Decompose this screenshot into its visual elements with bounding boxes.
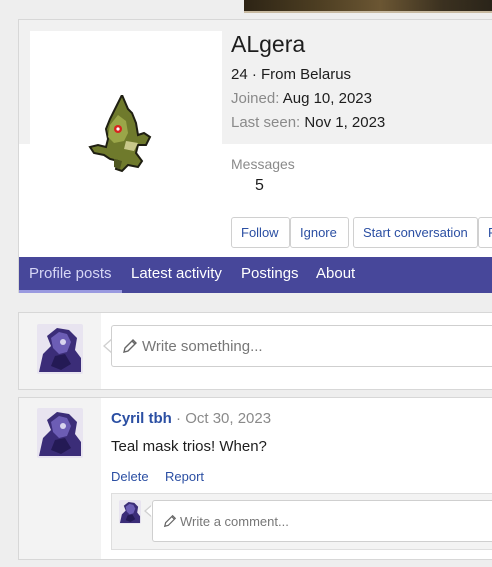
write-comment-input[interactable]: Write a comment... [152,500,492,542]
profile-avatar[interactable] [30,31,222,257]
post-date[interactable]: Oct 30, 2023 [185,410,271,427]
profile-age-location: 24 · From Belarus [231,66,352,83]
delete-link[interactable]: Delete [111,469,149,484]
profile-tabs: Profile posts Latest activity Postings A… [19,257,492,293]
post-meta: Cyril tbh · Oct 30, 2023 [111,410,271,427]
tab-profile-posts[interactable]: Profile posts [19,257,122,293]
profile-post-composer: Write something... [18,312,492,390]
avatar[interactable] [37,408,83,458]
profile-banner [244,0,492,13]
tab-postings[interactable]: Postings [241,257,299,293]
ignore-button[interactable]: Ignore [290,217,349,248]
comment-area: Write a comment... [111,493,492,550]
joined-label: Joined: [231,90,280,107]
avatar[interactable] [37,324,83,374]
more-actions-button[interactable]: F [478,217,492,248]
pencil-icon [163,514,177,528]
meta-separator: · [171,410,186,427]
comment-pointer [144,504,154,518]
profile-post: Cyril tbh · Oct 30, 2023 Teal mask trios… [18,397,492,560]
tab-latest-activity[interactable]: Latest activity [131,257,222,293]
last-seen-value: Nov 1, 2023 [304,114,386,131]
tab-about[interactable]: About [316,257,355,293]
profile-last-seen: Last seen: Nov 1, 2023 [231,114,385,131]
avatar[interactable] [119,500,141,524]
report-link[interactable]: Report [165,469,204,484]
profile-card: ALgera 24 · From Belarus Joined: Aug 10,… [18,19,492,293]
messages-label: Messages [231,156,295,172]
messages-count[interactable]: 5 [255,177,264,195]
write-something-input[interactable]: Write something... [111,325,492,367]
joined-value: Aug 10, 2023 [282,90,372,107]
user-avatar-icon [119,500,141,524]
pencil-icon [123,339,137,353]
user-avatar-icon [37,408,83,458]
post-text: Teal mask trios! When? [111,438,267,455]
start-conversation-button[interactable]: Start conversation [353,217,478,248]
follow-button[interactable]: Follow [231,217,290,248]
profile-username: ALgera [231,31,306,57]
write-comment-placeholder: Write a comment... [180,514,289,529]
user-avatar-icon [37,324,83,374]
last-seen-label: Last seen: [231,114,301,131]
write-something-placeholder: Write something... [142,338,263,355]
profile-joined: Joined: Aug 10, 2023 [231,90,372,107]
pokemon-sprite-icon [88,95,152,173]
post-author-link[interactable]: Cyril tbh [111,410,172,427]
